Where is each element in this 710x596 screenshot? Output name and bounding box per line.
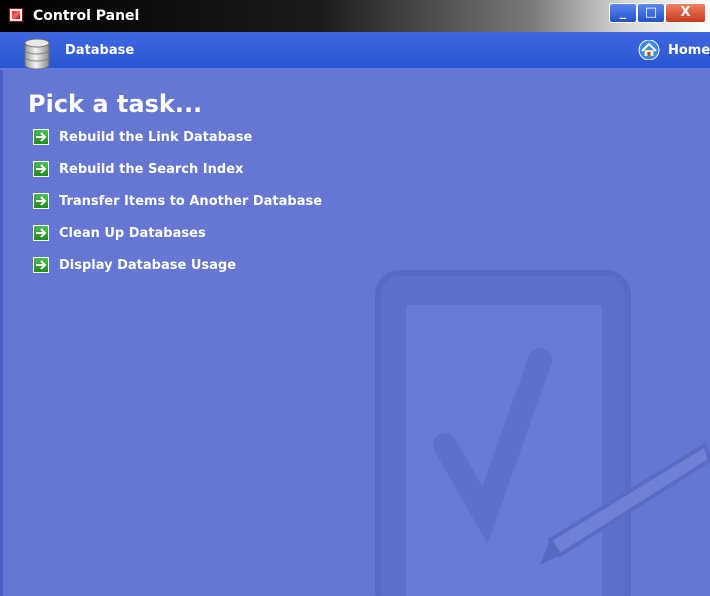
task-label: Display Database Usage <box>59 258 237 273</box>
control-panel-window: Control Panel _ □ X Database Home Pick a… <box>0 0 710 596</box>
green-arrow-icon <box>33 161 49 177</box>
minimize-icon: _ <box>619 5 627 20</box>
control-panel-icon <box>9 8 23 22</box>
task-label: Rebuild the Link Database <box>59 130 253 145</box>
close-icon: X <box>680 5 691 20</box>
home-icon <box>638 40 660 60</box>
green-arrow-icon <box>33 193 49 209</box>
maximize-button[interactable]: □ <box>637 3 665 23</box>
maximize-icon: □ <box>644 5 658 20</box>
minimize-button[interactable]: _ <box>609 3 637 23</box>
green-arrow-icon <box>33 225 49 241</box>
home-label: Home <box>668 43 710 58</box>
green-arrow-icon <box>33 257 49 273</box>
section-header: Database Home <box>0 32 710 70</box>
window-title: Control Panel <box>33 8 140 24</box>
database-icon <box>24 38 50 70</box>
pane-border <box>0 70 3 596</box>
task-pane: Pick a task... Rebuild the Link Database… <box>0 70 710 596</box>
clipboard-check-watermark-icon <box>375 270 710 596</box>
task-heading: Pick a task... <box>28 90 203 118</box>
task-label: Clean Up Databases <box>59 226 206 241</box>
title-bar[interactable]: Control Panel _ □ X <box>0 0 710 32</box>
task-label: Transfer Items to Another Database <box>59 194 323 209</box>
close-button[interactable]: X <box>665 3 706 23</box>
page-title: Database <box>65 43 135 58</box>
green-arrow-icon <box>33 129 49 145</box>
task-label: Rebuild the Search Index <box>59 162 244 177</box>
